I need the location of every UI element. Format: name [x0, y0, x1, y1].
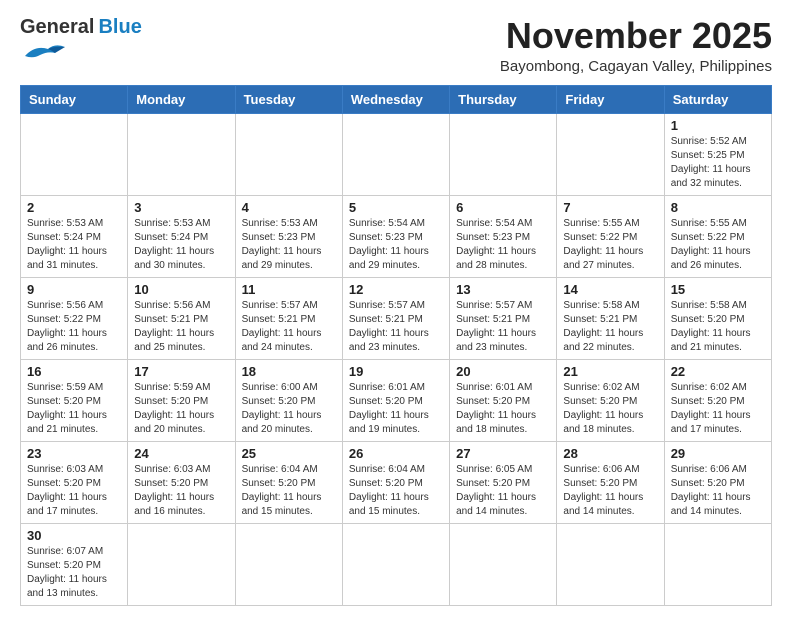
day-27: 27 Sunrise: 6:05 AM Sunset: 5:20 PM Dayl…: [450, 441, 557, 523]
logo-bird-icon: [20, 41, 70, 63]
col-header-sunday: Sunday: [21, 85, 128, 113]
location-subtitle: Bayombong, Cagayan Valley, Philippines: [500, 58, 772, 75]
empty-cell: [557, 523, 664, 605]
empty-cell: [21, 113, 128, 195]
col-header-saturday: Saturday: [664, 85, 771, 113]
day-5: 5 Sunrise: 5:54 AM Sunset: 5:23 PM Dayli…: [342, 195, 449, 277]
empty-cell: [450, 523, 557, 605]
day-22: 22 Sunrise: 6:02 AM Sunset: 5:20 PM Dayl…: [664, 359, 771, 441]
col-header-wednesday: Wednesday: [342, 85, 449, 113]
day-8: 8 Sunrise: 5:55 AM Sunset: 5:22 PM Dayli…: [664, 195, 771, 277]
calendar-row-4: 16 Sunrise: 5:59 AM Sunset: 5:20 PM Dayl…: [21, 359, 772, 441]
day-16: 16 Sunrise: 5:59 AM Sunset: 5:20 PM Dayl…: [21, 359, 128, 441]
day-21: 21 Sunrise: 6:02 AM Sunset: 5:20 PM Dayl…: [557, 359, 664, 441]
day-6: 6 Sunrise: 5:54 AM Sunset: 5:23 PM Dayli…: [450, 195, 557, 277]
day-19: 19 Sunrise: 6:01 AM Sunset: 5:20 PM Dayl…: [342, 359, 449, 441]
day-20: 20 Sunrise: 6:01 AM Sunset: 5:20 PM Dayl…: [450, 359, 557, 441]
logo-blue-text: Blue: [98, 16, 141, 39]
day-10: 10 Sunrise: 5:56 AM Sunset: 5:21 PM Dayl…: [128, 277, 235, 359]
day-29: 29 Sunrise: 6:06 AM Sunset: 5:20 PM Dayl…: [664, 441, 771, 523]
title-area: November 2025 Bayombong, Cagayan Valley,…: [500, 16, 772, 75]
day-28: 28 Sunrise: 6:06 AM Sunset: 5:20 PM Dayl…: [557, 441, 664, 523]
day-26: 26 Sunrise: 6:04 AM Sunset: 5:20 PM Dayl…: [342, 441, 449, 523]
empty-cell: [342, 523, 449, 605]
day-12: 12 Sunrise: 5:57 AM Sunset: 5:21 PM Dayl…: [342, 277, 449, 359]
day-1-daylight: Daylight: 11 hours and 32 minutes.: [671, 164, 751, 189]
day-11: 11 Sunrise: 5:57 AM Sunset: 5:21 PM Dayl…: [235, 277, 342, 359]
empty-cell: [450, 113, 557, 195]
empty-cell: [557, 113, 664, 195]
day-1-sunset: Sunset: 5:25 PM: [671, 150, 745, 161]
col-header-monday: Monday: [128, 85, 235, 113]
col-header-friday: Friday: [557, 85, 664, 113]
day-23: 23 Sunrise: 6:03 AM Sunset: 5:20 PM Dayl…: [21, 441, 128, 523]
day-3: 3 Sunrise: 5:53 AM Sunset: 5:24 PM Dayli…: [128, 195, 235, 277]
calendar-header-row: Sunday Monday Tuesday Wednesday Thursday…: [21, 85, 772, 113]
empty-cell: [664, 523, 771, 605]
day-1-sunrise: Sunrise: 5:52 AM: [671, 136, 747, 147]
day-13: 13 Sunrise: 5:57 AM Sunset: 5:21 PM Dayl…: [450, 277, 557, 359]
day-18: 18 Sunrise: 6:00 AM Sunset: 5:20 PM Dayl…: [235, 359, 342, 441]
day-17: 17 Sunrise: 5:59 AM Sunset: 5:20 PM Dayl…: [128, 359, 235, 441]
logo: General Blue: [20, 16, 142, 63]
day-9: 9 Sunrise: 5:56 AM Sunset: 5:22 PM Dayli…: [21, 277, 128, 359]
day-1: 1 Sunrise: 5:52 AM Sunset: 5:25 PM Dayli…: [664, 113, 771, 195]
calendar-row-1: 1 Sunrise: 5:52 AM Sunset: 5:25 PM Dayli…: [21, 113, 772, 195]
day-30: 30 Sunrise: 6:07 AM Sunset: 5:20 PM Dayl…: [21, 523, 128, 605]
empty-cell: [128, 523, 235, 605]
col-header-thursday: Thursday: [450, 85, 557, 113]
day-24: 24 Sunrise: 6:03 AM Sunset: 5:20 PM Dayl…: [128, 441, 235, 523]
calendar-row-2: 2 Sunrise: 5:53 AM Sunset: 5:24 PM Dayli…: [21, 195, 772, 277]
calendar-row-3: 9 Sunrise: 5:56 AM Sunset: 5:22 PM Dayli…: [21, 277, 772, 359]
calendar-row-5: 23 Sunrise: 6:03 AM Sunset: 5:20 PM Dayl…: [21, 441, 772, 523]
empty-cell: [128, 113, 235, 195]
day-2: 2 Sunrise: 5:53 AM Sunset: 5:24 PM Dayli…: [21, 195, 128, 277]
day-14: 14 Sunrise: 5:58 AM Sunset: 5:21 PM Dayl…: [557, 277, 664, 359]
month-title: November 2025: [500, 16, 772, 56]
empty-cell: [235, 523, 342, 605]
day-7: 7 Sunrise: 5:55 AM Sunset: 5:22 PM Dayli…: [557, 195, 664, 277]
calendar-table: Sunday Monday Tuesday Wednesday Thursday…: [20, 85, 772, 606]
empty-cell: [235, 113, 342, 195]
calendar-row-6 last-row: 30 Sunrise: 6:07 AM Sunset: 5:20 PM Dayl…: [21, 523, 772, 605]
logo-general-text: General: [20, 16, 94, 39]
col-header-tuesday: Tuesday: [235, 85, 342, 113]
day-15: 15 Sunrise: 5:58 AM Sunset: 5:20 PM Dayl…: [664, 277, 771, 359]
day-4: 4 Sunrise: 5:53 AM Sunset: 5:23 PM Dayli…: [235, 195, 342, 277]
day-25: 25 Sunrise: 6:04 AM Sunset: 5:20 PM Dayl…: [235, 441, 342, 523]
page-header: General Blue November 2025 Bayombong, Ca…: [20, 16, 772, 75]
empty-cell: [342, 113, 449, 195]
